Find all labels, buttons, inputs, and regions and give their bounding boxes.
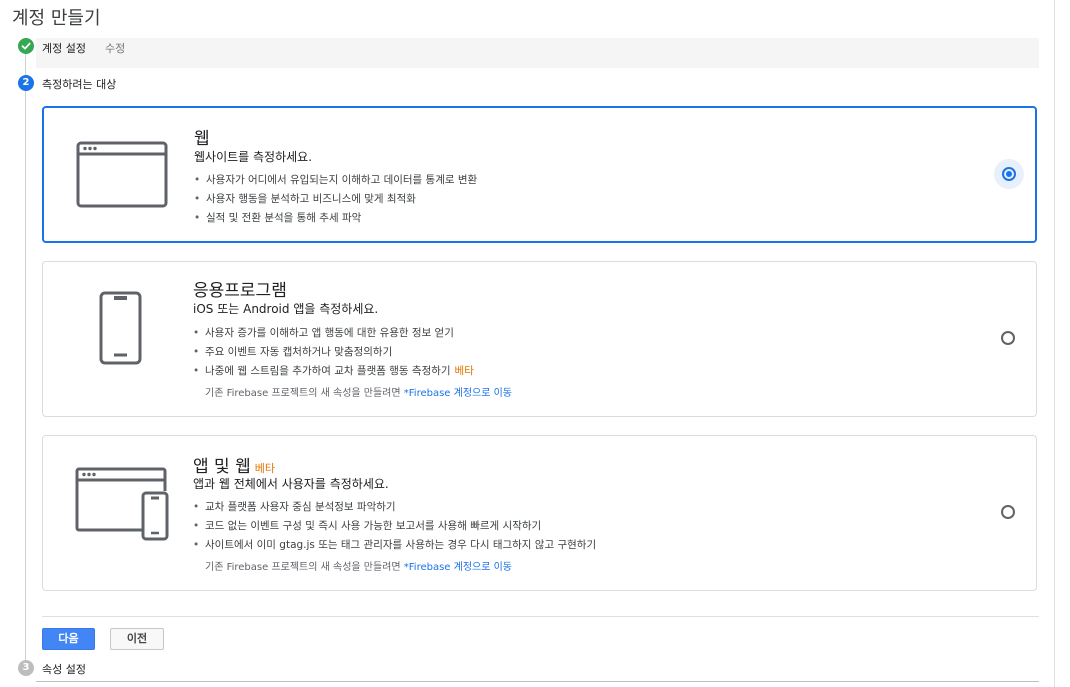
list-item: 사용자 증가를 이해하고 앱 행동에 대한 유용한 정보 얻기	[193, 324, 474, 343]
option-title: 웹	[194, 129, 210, 149]
option-subtitle: 웹사이트를 측정하세요.	[194, 150, 313, 164]
firebase-link[interactable]: *Firebase 계정으로 이동	[404, 562, 512, 573]
firebase-link[interactable]: *Firebase 계정으로 이동	[404, 388, 512, 399]
list-item: 교차 플랫폼 사용자 중심 분석정보 파악하기	[193, 498, 596, 517]
previous-button[interactable]: 이전	[110, 628, 164, 650]
firebase-note-text: 기존 Firebase 프로젝트의 새 속성을 만들려면	[205, 388, 404, 399]
browser-window-icon	[76, 141, 168, 208]
list-item: 사이트에서 이미 gtag.js 또는 태그 관리자를 사용하는 경우 다시 태…	[193, 536, 596, 555]
firebase-note: 기존 Firebase 프로젝트의 새 속성을 만들려면 *Firebase 계…	[205, 558, 512, 573]
list-item: 실적 및 전환 분석을 통해 추세 파악	[194, 209, 477, 228]
option-subtitle: iOS 또는 Android 앱을 측정하세요.	[193, 302, 379, 316]
beta-badge: 베타	[254, 462, 275, 475]
divider	[42, 616, 1039, 617]
list-item-text: 주요 이벤트 자동 캡처하거나 맞춤정의하기	[205, 346, 393, 358]
check-icon	[18, 38, 34, 54]
beta-badge: 베타	[454, 365, 474, 377]
option-card-app[interactable]: 응용프로그램 iOS 또는 Android 앱을 측정하세요. 사용자 증가를 …	[42, 261, 1037, 417]
option-card-web[interactable]: 웹 웹사이트를 측정하세요. 사용자가 어디에서 유입되는지 이해하고 데이터를…	[42, 106, 1037, 243]
option-bullets: 교차 플랫폼 사용자 중심 분석정보 파악하기 코드 없는 이벤트 구성 및 즉…	[193, 498, 596, 555]
option-title-text: 앱 및 웹	[193, 457, 251, 477]
page-title: 계정 만들기	[12, 8, 101, 29]
radio-app[interactable]	[1001, 331, 1015, 345]
option-title: 응용프로그램	[193, 281, 287, 301]
option-subtitle: 앱과 웹 전체에서 사용자를 측정하세요.	[193, 477, 389, 491]
mobile-phone-icon	[99, 291, 142, 365]
list-item-text: 사용자 증가를 이해하고 앱 행동에 대한 유용한 정보 얻기	[205, 327, 454, 339]
list-item: 사용자가 어디에서 유입되는지 이해하고 데이터를 통계로 변환	[194, 171, 477, 190]
option-title: 앱 및 웹 베타	[193, 452, 275, 477]
step-3-number: 3	[18, 660, 34, 676]
radio-app-and-web[interactable]	[1001, 505, 1015, 519]
option-card-app-and-web[interactable]: 앱 및 웹베타 앱과 웹 전체에서 사용자를 측정하세요. 교차 플랫폼 사용자…	[42, 435, 1037, 591]
browser-and-phone-icon	[75, 467, 169, 541]
edit-step-link[interactable]: 수정	[105, 40, 125, 56]
step-completed-bar	[36, 38, 1039, 68]
option-bullets: 사용자가 어디에서 유입되는지 이해하고 데이터를 통계로 변환 사용자 행동을…	[194, 171, 477, 228]
next-button[interactable]: 다음	[42, 628, 95, 650]
page-edge	[1054, 0, 1055, 687]
firebase-note-text: 기존 Firebase 프로젝트의 새 속성을 만들려면	[205, 562, 404, 573]
list-item: 사용자 행동을 분석하고 비즈니스에 맞게 최적화	[194, 190, 477, 209]
step-1-label: 계정 설정	[42, 42, 86, 55]
list-item: 나중에 웹 스트림을 추가하여 교차 플랫폼 행동 측정하기베타	[193, 362, 474, 381]
step-3-label: 속성 설정	[42, 663, 86, 676]
step-2-number: 2	[18, 75, 34, 91]
list-item: 주요 이벤트 자동 캡처하거나 맞춤정의하기	[193, 343, 474, 362]
list-item: 코드 없는 이벤트 구성 및 즉시 사용 가능한 보고서를 사용해 빠르게 시작…	[193, 517, 596, 536]
stepper-line	[25, 90, 26, 660]
option-bullets: 사용자 증가를 이해하고 앱 행동에 대한 유용한 정보 얻기 주요 이벤트 자…	[193, 324, 474, 381]
divider	[36, 681, 1039, 682]
radio-web[interactable]	[1002, 167, 1016, 181]
list-item-text: 나중에 웹 스트림을 추가하여 교차 플랫폼 행동 측정하기	[205, 365, 451, 377]
firebase-note: 기존 Firebase 프로젝트의 새 속성을 만들려면 *Firebase 계…	[205, 384, 512, 399]
step-2-label: 측정하려는 대상	[42, 78, 117, 91]
